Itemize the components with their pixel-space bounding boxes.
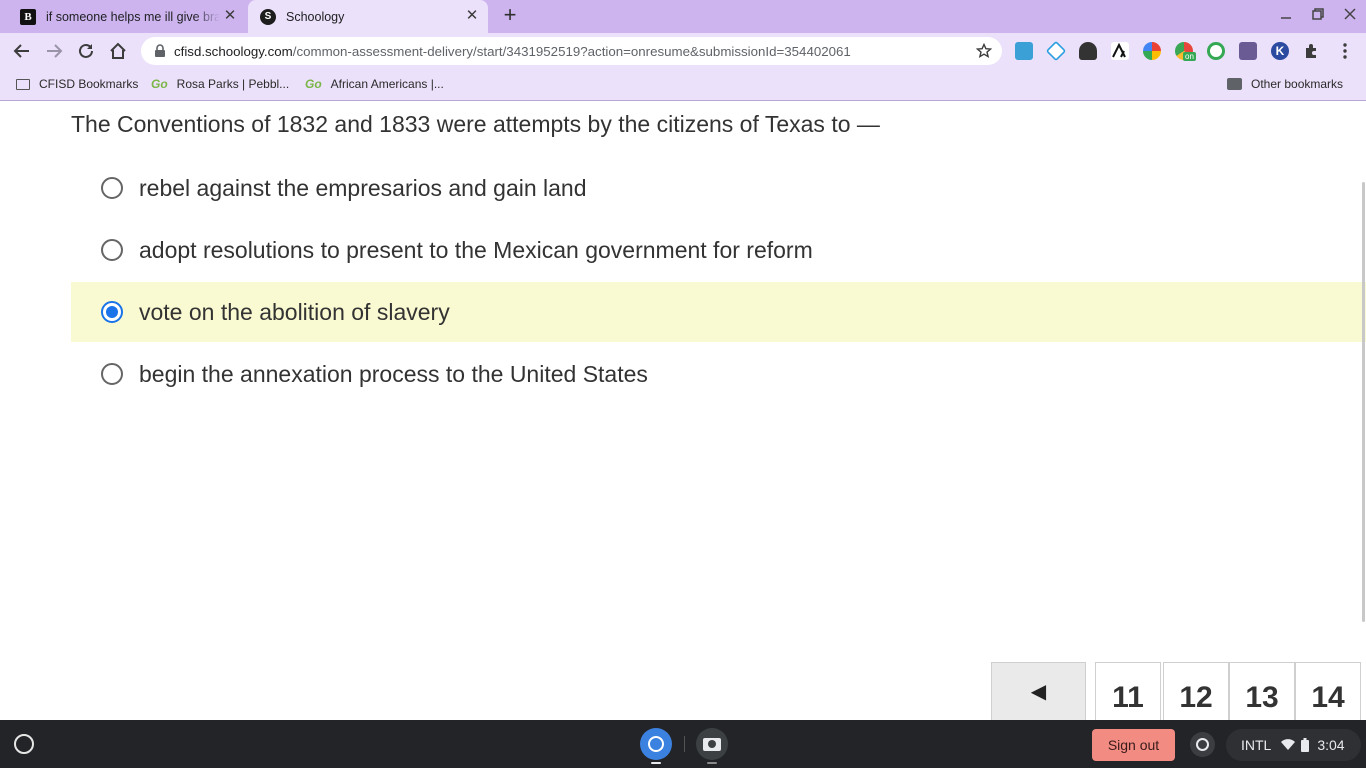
folder-icon	[1227, 78, 1242, 90]
minimize-icon	[1281, 17, 1291, 19]
bookmark-label: Other bookmarks	[1251, 77, 1344, 91]
answer-choice[interactable]: adopt resolutions to present to the Mexi…	[71, 220, 1366, 280]
question-text: The Conventions of 1832 and 1833 were at…	[71, 111, 880, 137]
extensions-puzzle-icon[interactable]	[1303, 42, 1321, 60]
answer-choice[interactable]: begin the annexation process to the Unit…	[71, 344, 1366, 404]
bookmark-cfisd[interactable]: CFISD Bookmarks	[16, 77, 138, 91]
bookmark-label: African Americans |...	[330, 77, 444, 91]
scrollbar[interactable]	[1362, 182, 1365, 622]
radio-button[interactable]	[101, 239, 123, 261]
radio-button-checked[interactable]	[101, 301, 123, 323]
home-icon	[110, 42, 126, 59]
new-tab-button[interactable]: +	[498, 4, 522, 28]
address-bar[interactable]: cfisd.schoology.com/common-assessment-de…	[141, 37, 1002, 65]
clock: 3:04	[1317, 737, 1345, 753]
tab-title: Schoology	[286, 9, 345, 24]
back-button[interactable]	[10, 39, 34, 63]
schoology-icon: S	[260, 8, 276, 25]
goguardian-icon: Go	[151, 77, 168, 91]
pdf-extension-icon[interactable]	[1239, 42, 1257, 60]
answer-choice-selected[interactable]: vote on the abolition of slavery	[71, 282, 1366, 342]
bookmark-label: Rosa Parks | Pebbl...	[176, 77, 290, 91]
goguardian-extension-icon[interactable]: on	[1175, 42, 1196, 61]
bookmark-african-americans[interactable]: Go African Americans |...	[305, 77, 444, 91]
accessibility-icon[interactable]	[1190, 732, 1215, 757]
page-number-button[interactable]: 11	[1095, 662, 1161, 720]
choice-label: begin the annexation process to the Unit…	[139, 360, 648, 387]
previous-page-button[interactable]: ◀	[991, 662, 1086, 720]
other-bookmarks[interactable]: Other bookmarks	[1227, 77, 1343, 91]
tab-title: if someone helps me ill give brainliest	[46, 9, 220, 24]
keyboard-layout: INTL	[1241, 737, 1272, 753]
sign-out-button[interactable]: Sign out	[1092, 729, 1175, 761]
drive-extension-icon[interactable]	[1015, 42, 1033, 60]
color-picker-extension-icon[interactable]	[1143, 42, 1161, 60]
a-extension-icon[interactable]	[1111, 42, 1129, 60]
page-number-button[interactable]: 13	[1229, 662, 1295, 720]
folder-icon	[16, 78, 30, 90]
goguardian-icon: Go	[305, 77, 322, 91]
close-icon[interactable]: ✕	[222, 8, 238, 24]
answer-choice[interactable]: rebel against the empresarios and gain l…	[71, 158, 1366, 218]
choice-label: rebel against the empresarios and gain l…	[139, 174, 587, 201]
menu-kebab-icon[interactable]	[1336, 42, 1354, 60]
page-number-button[interactable]: 12	[1163, 662, 1229, 720]
bookmark-rosa-parks[interactable]: Go Rosa Parks | Pebbl...	[151, 77, 289, 91]
status-tray[interactable]: INTL 3:04	[1226, 729, 1361, 761]
radio-button[interactable]	[101, 177, 123, 199]
close-icon[interactable]: ✕	[464, 8, 480, 24]
assessment-page: The Conventions of 1832 and 1833 were at…	[0, 102, 1366, 720]
running-indicator	[707, 762, 717, 764]
shelf-divider	[684, 736, 685, 752]
close-icon	[1344, 8, 1356, 20]
k-extension-icon[interactable]: K	[1271, 42, 1289, 60]
wifi-icon	[1281, 739, 1296, 750]
restore-icon	[1312, 8, 1324, 20]
triangle-left-icon: ◀	[1030, 681, 1047, 703]
close-window-button[interactable]	[1340, 7, 1360, 25]
forward-arrow-icon	[47, 44, 63, 58]
running-indicator	[651, 762, 661, 764]
brainly-icon: B	[20, 8, 36, 25]
back-arrow-icon	[13, 44, 29, 58]
browser-toolbar: cfisd.schoology.com/common-assessment-de…	[0, 33, 1366, 69]
reload-button[interactable]	[74, 39, 98, 63]
lock-extension-icon[interactable]	[1079, 42, 1097, 60]
minimize-button[interactable]	[1276, 7, 1296, 25]
url-text[interactable]: cfisd.schoology.com/common-assessment-de…	[174, 44, 851, 59]
launcher-icon[interactable]	[14, 734, 34, 754]
home-button[interactable]	[106, 39, 130, 63]
forward-button[interactable]	[42, 39, 66, 63]
chrome-app-icon[interactable]	[640, 728, 672, 760]
lock-icon[interactable]	[153, 44, 167, 58]
battery-icon	[1301, 738, 1310, 752]
restore-button[interactable]	[1308, 7, 1328, 25]
choice-label: adopt resolutions to present to the Mexi…	[139, 236, 813, 263]
choice-label: vote on the abolition of slavery	[139, 298, 450, 325]
page-number-button[interactable]: 14	[1295, 662, 1361, 720]
tab-brainly[interactable]: B if someone helps me ill give brainlies…	[8, 0, 246, 33]
bookmarks-bar: CFISD Bookmarks Go Rosa Parks | Pebbl...…	[0, 69, 1366, 101]
camera-app-icon[interactable]	[696, 728, 728, 760]
bookmark-star-icon[interactable]	[976, 43, 992, 59]
tab-schoology[interactable]: S Schoology ✕	[248, 0, 488, 33]
bookmark-label: CFISD Bookmarks	[39, 77, 139, 91]
chromeos-shelf: Sign out INTL 3:04	[0, 720, 1366, 768]
diamond-extension-icon[interactable]	[1045, 40, 1067, 62]
radio-button[interactable]	[101, 363, 123, 385]
kami-extension-icon[interactable]	[1207, 42, 1225, 60]
tab-strip: B if someone helps me ill give brainlies…	[0, 0, 1366, 33]
reload-icon	[79, 43, 93, 58]
